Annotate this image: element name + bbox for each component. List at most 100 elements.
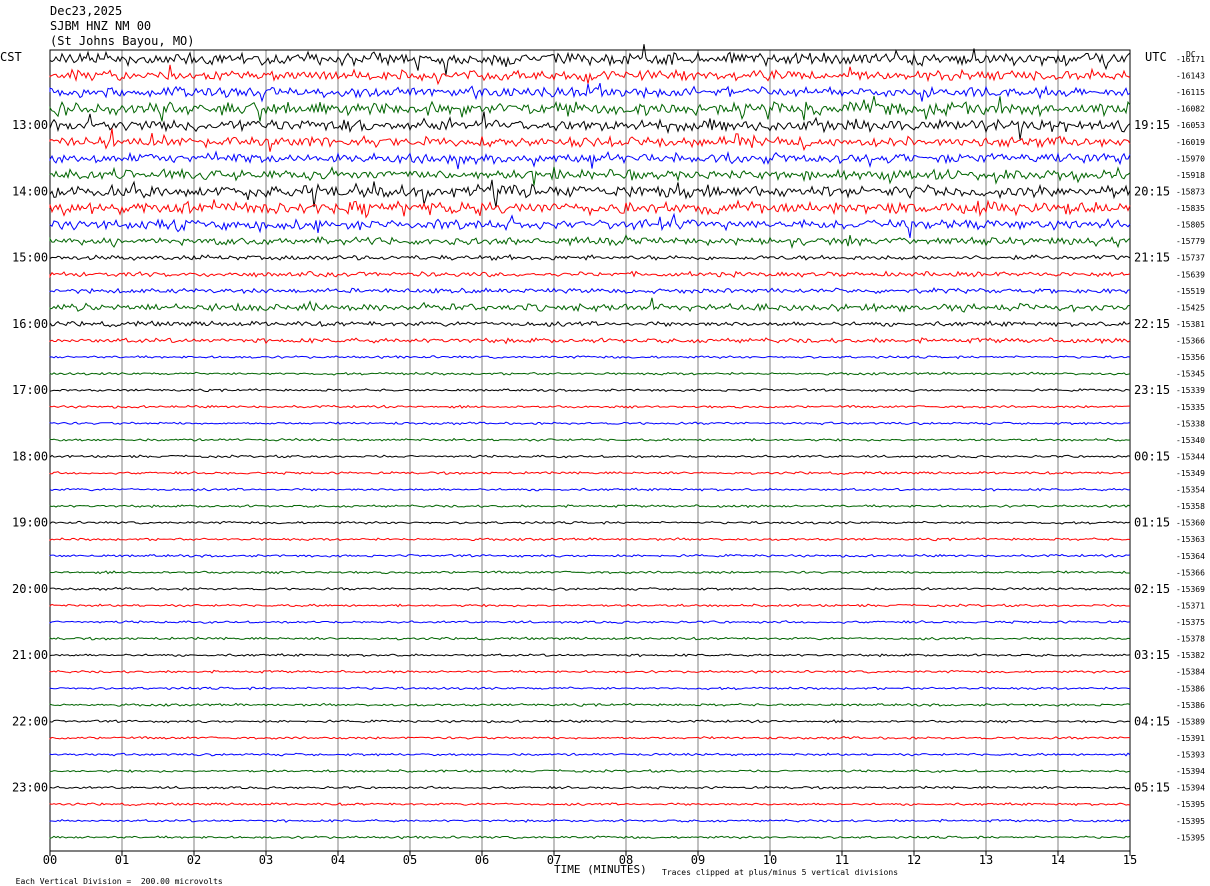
trace-line	[49, 437, 1131, 442]
trace-line	[49, 199, 1131, 219]
hour-label-left: 19:00	[12, 516, 48, 530]
scale-note-text: Each Vertical Division = 200.00 microvol…	[15, 877, 223, 886]
hour-label-right: 22:15	[1134, 317, 1170, 331]
dc-offset-label: -15394	[1176, 784, 1205, 793]
dc-offset-label: -15344	[1176, 452, 1205, 461]
x-tick-label: 03	[259, 853, 273, 867]
hour-label-right: 03:15	[1134, 648, 1170, 662]
dc-offset-label: -15519	[1176, 287, 1205, 296]
trace-line	[49, 64, 1131, 86]
trace-line	[49, 179, 1131, 208]
dc-offset-label: -15918	[1176, 171, 1205, 180]
trace-line	[49, 769, 1131, 774]
trace-line	[49, 752, 1131, 757]
dc-offset-label: -15356	[1176, 353, 1205, 362]
trace-line	[49, 587, 1131, 591]
dc-offset-label: -15349	[1176, 469, 1205, 478]
dc-column-label: DC	[1186, 50, 1196, 59]
trace-line	[49, 719, 1131, 724]
dc-offset-label: -15382	[1176, 651, 1205, 660]
x-tick-label: 06	[475, 853, 489, 867]
trace-line	[49, 371, 1131, 376]
hour-label-right: 05:15	[1134, 781, 1170, 795]
trace-line	[49, 620, 1131, 625]
hour-label-left: 22:00	[12, 714, 48, 728]
dc-offset-label: -15395	[1176, 817, 1205, 826]
dc-offset-label: -15970	[1176, 154, 1205, 163]
hour-label-left: 18:00	[12, 449, 48, 463]
dc-offset-label: -15335	[1176, 403, 1205, 412]
x-tick-label: 05	[403, 853, 417, 867]
x-tick-label: 11	[835, 853, 849, 867]
trace-line	[49, 128, 1131, 152]
trace-line	[49, 297, 1131, 313]
trace-line	[49, 470, 1131, 475]
trace-line	[49, 287, 1131, 295]
x-tick-label: 14	[1051, 853, 1065, 867]
hour-label-left: 13:00	[12, 118, 48, 132]
hour-label-left: 14:00	[12, 184, 48, 198]
hour-label-right: 00:15	[1134, 449, 1170, 463]
scale-note: Each Vertical Division = 200.00 microvol…	[6, 868, 223, 886]
dc-offset-label: -15386	[1176, 684, 1205, 693]
trace-line	[49, 504, 1131, 509]
trace-line	[49, 388, 1131, 393]
dc-offset-label: -15639	[1176, 270, 1205, 279]
trace-line	[49, 570, 1131, 575]
hour-label-right: 23:15	[1134, 383, 1170, 397]
dc-offset-label: -15339	[1176, 386, 1205, 395]
hour-label-left: 20:00	[12, 582, 48, 596]
dc-offset-label: -15395	[1176, 800, 1205, 809]
hour-label-right: 01:15	[1134, 516, 1170, 530]
trace-line	[49, 44, 1131, 75]
dc-offset-label: -16143	[1176, 72, 1205, 81]
dc-offset-label: -15395	[1176, 833, 1205, 842]
trace-line	[49, 520, 1131, 525]
plot-frame	[49, 49, 1131, 852]
trace-line	[49, 736, 1130, 740]
trace-line	[49, 636, 1131, 641]
trace-line	[49, 818, 1131, 823]
dc-offset-label: -15394	[1176, 767, 1205, 776]
hour-label-right: 20:15	[1134, 184, 1170, 198]
dc-offset-label: -15364	[1176, 552, 1205, 561]
hour-label-left: 21:00	[12, 648, 48, 662]
dc-offset-label: -15386	[1176, 701, 1205, 710]
dc-offset-label: -15835	[1176, 204, 1205, 213]
hour-label-left: 23:00	[12, 781, 48, 795]
trace-line	[49, 166, 1131, 186]
x-tick-label: 04	[331, 853, 345, 867]
x-tick-label: 09	[691, 853, 705, 867]
dc-offset-label: -15363	[1176, 535, 1205, 544]
dc-offset-label: -15338	[1176, 419, 1205, 428]
trace-line	[49, 234, 1131, 249]
dc-offset-label: -15340	[1176, 436, 1205, 445]
clip-note: Traces clipped at plus/minus 5 vertical …	[662, 868, 899, 877]
hour-label-right: 02:15	[1134, 582, 1170, 596]
hour-label-left: 16:00	[12, 317, 48, 331]
dc-offset-label: -15354	[1176, 486, 1205, 495]
dc-offset-label: -15358	[1176, 502, 1205, 511]
helicorder-plot: -16171-16143-16115-16082-16053-16019-159…	[12, 44, 1205, 867]
trace-line	[49, 802, 1131, 807]
trace-line	[49, 454, 1131, 459]
trace-line	[49, 669, 1130, 674]
trace-line	[49, 111, 1131, 140]
trace-line	[49, 653, 1131, 658]
trace-line	[49, 337, 1131, 345]
trace-line	[49, 487, 1131, 492]
dc-offset-label: -15779	[1176, 237, 1205, 246]
dc-offset-label: -15378	[1176, 635, 1205, 644]
dc-offset-label: -15360	[1176, 519, 1205, 528]
x-tick-label: 02	[187, 853, 201, 867]
trace-line	[49, 212, 1131, 238]
trace-line	[49, 404, 1130, 409]
dc-offset-label: -15389	[1176, 717, 1205, 726]
trace-line	[49, 835, 1131, 840]
dc-offset-label: -15384	[1176, 668, 1205, 677]
hour-label-right: 04:15	[1134, 714, 1170, 728]
dc-offset-label: -15345	[1176, 370, 1205, 379]
dc-offset-label: -15381	[1176, 320, 1205, 329]
trace-line	[49, 686, 1131, 691]
dc-offset-label: -15873	[1176, 187, 1205, 196]
